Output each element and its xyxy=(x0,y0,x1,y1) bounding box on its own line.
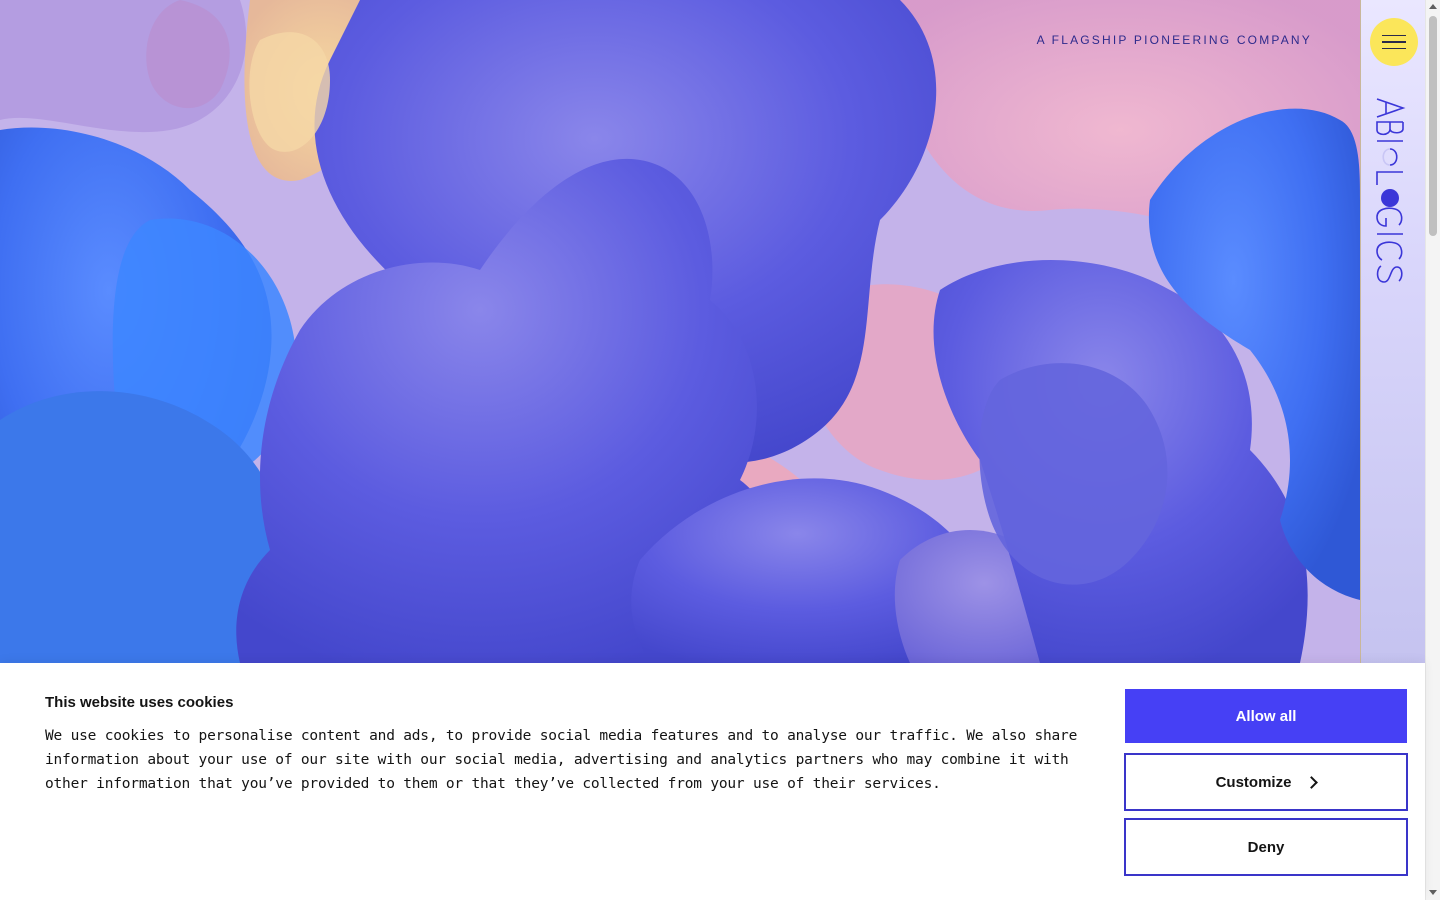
customize-label: Customize xyxy=(1215,773,1292,791)
page-scrollbar[interactable] xyxy=(1425,0,1440,900)
abstract-blobs-illustration xyxy=(0,0,1360,663)
cookie-consent-banner: This website uses cookies We use cookies… xyxy=(0,663,1425,900)
hero-artwork: A FLAGSHIP PIONEERING COMPANY xyxy=(0,0,1360,663)
deny-label: Deny xyxy=(1247,838,1285,856)
deny-button[interactable]: Deny xyxy=(1124,818,1408,876)
cookie-banner-description: We use cookies to personalise content an… xyxy=(45,728,1078,792)
chevron-right-icon xyxy=(1305,775,1319,789)
allow-all-button[interactable]: Allow all xyxy=(1125,689,1407,743)
cookie-banner-title: This website uses cookies xyxy=(45,694,234,711)
allow-all-label: Allow all xyxy=(1235,707,1297,725)
scroll-down-arrow-icon[interactable] xyxy=(1429,890,1437,895)
scroll-up-arrow-icon[interactable] xyxy=(1429,4,1437,9)
menu-button[interactable] xyxy=(1370,18,1418,66)
abiologics-logo[interactable] xyxy=(1376,96,1412,286)
page: A FLAGSHIP PIONEERING COMPANY This websi… xyxy=(0,0,1440,900)
customize-button[interactable]: Customize xyxy=(1124,753,1408,811)
hamburger-icon-line xyxy=(1382,47,1406,50)
company-tagline: A FLAGSHIP PIONEERING COMPANY xyxy=(1036,33,1312,47)
side-navigation xyxy=(1360,0,1426,663)
scrollbar-thumb[interactable] xyxy=(1429,16,1437,236)
hamburger-icon-line xyxy=(1382,41,1406,43)
hamburger-icon xyxy=(1382,34,1406,37)
